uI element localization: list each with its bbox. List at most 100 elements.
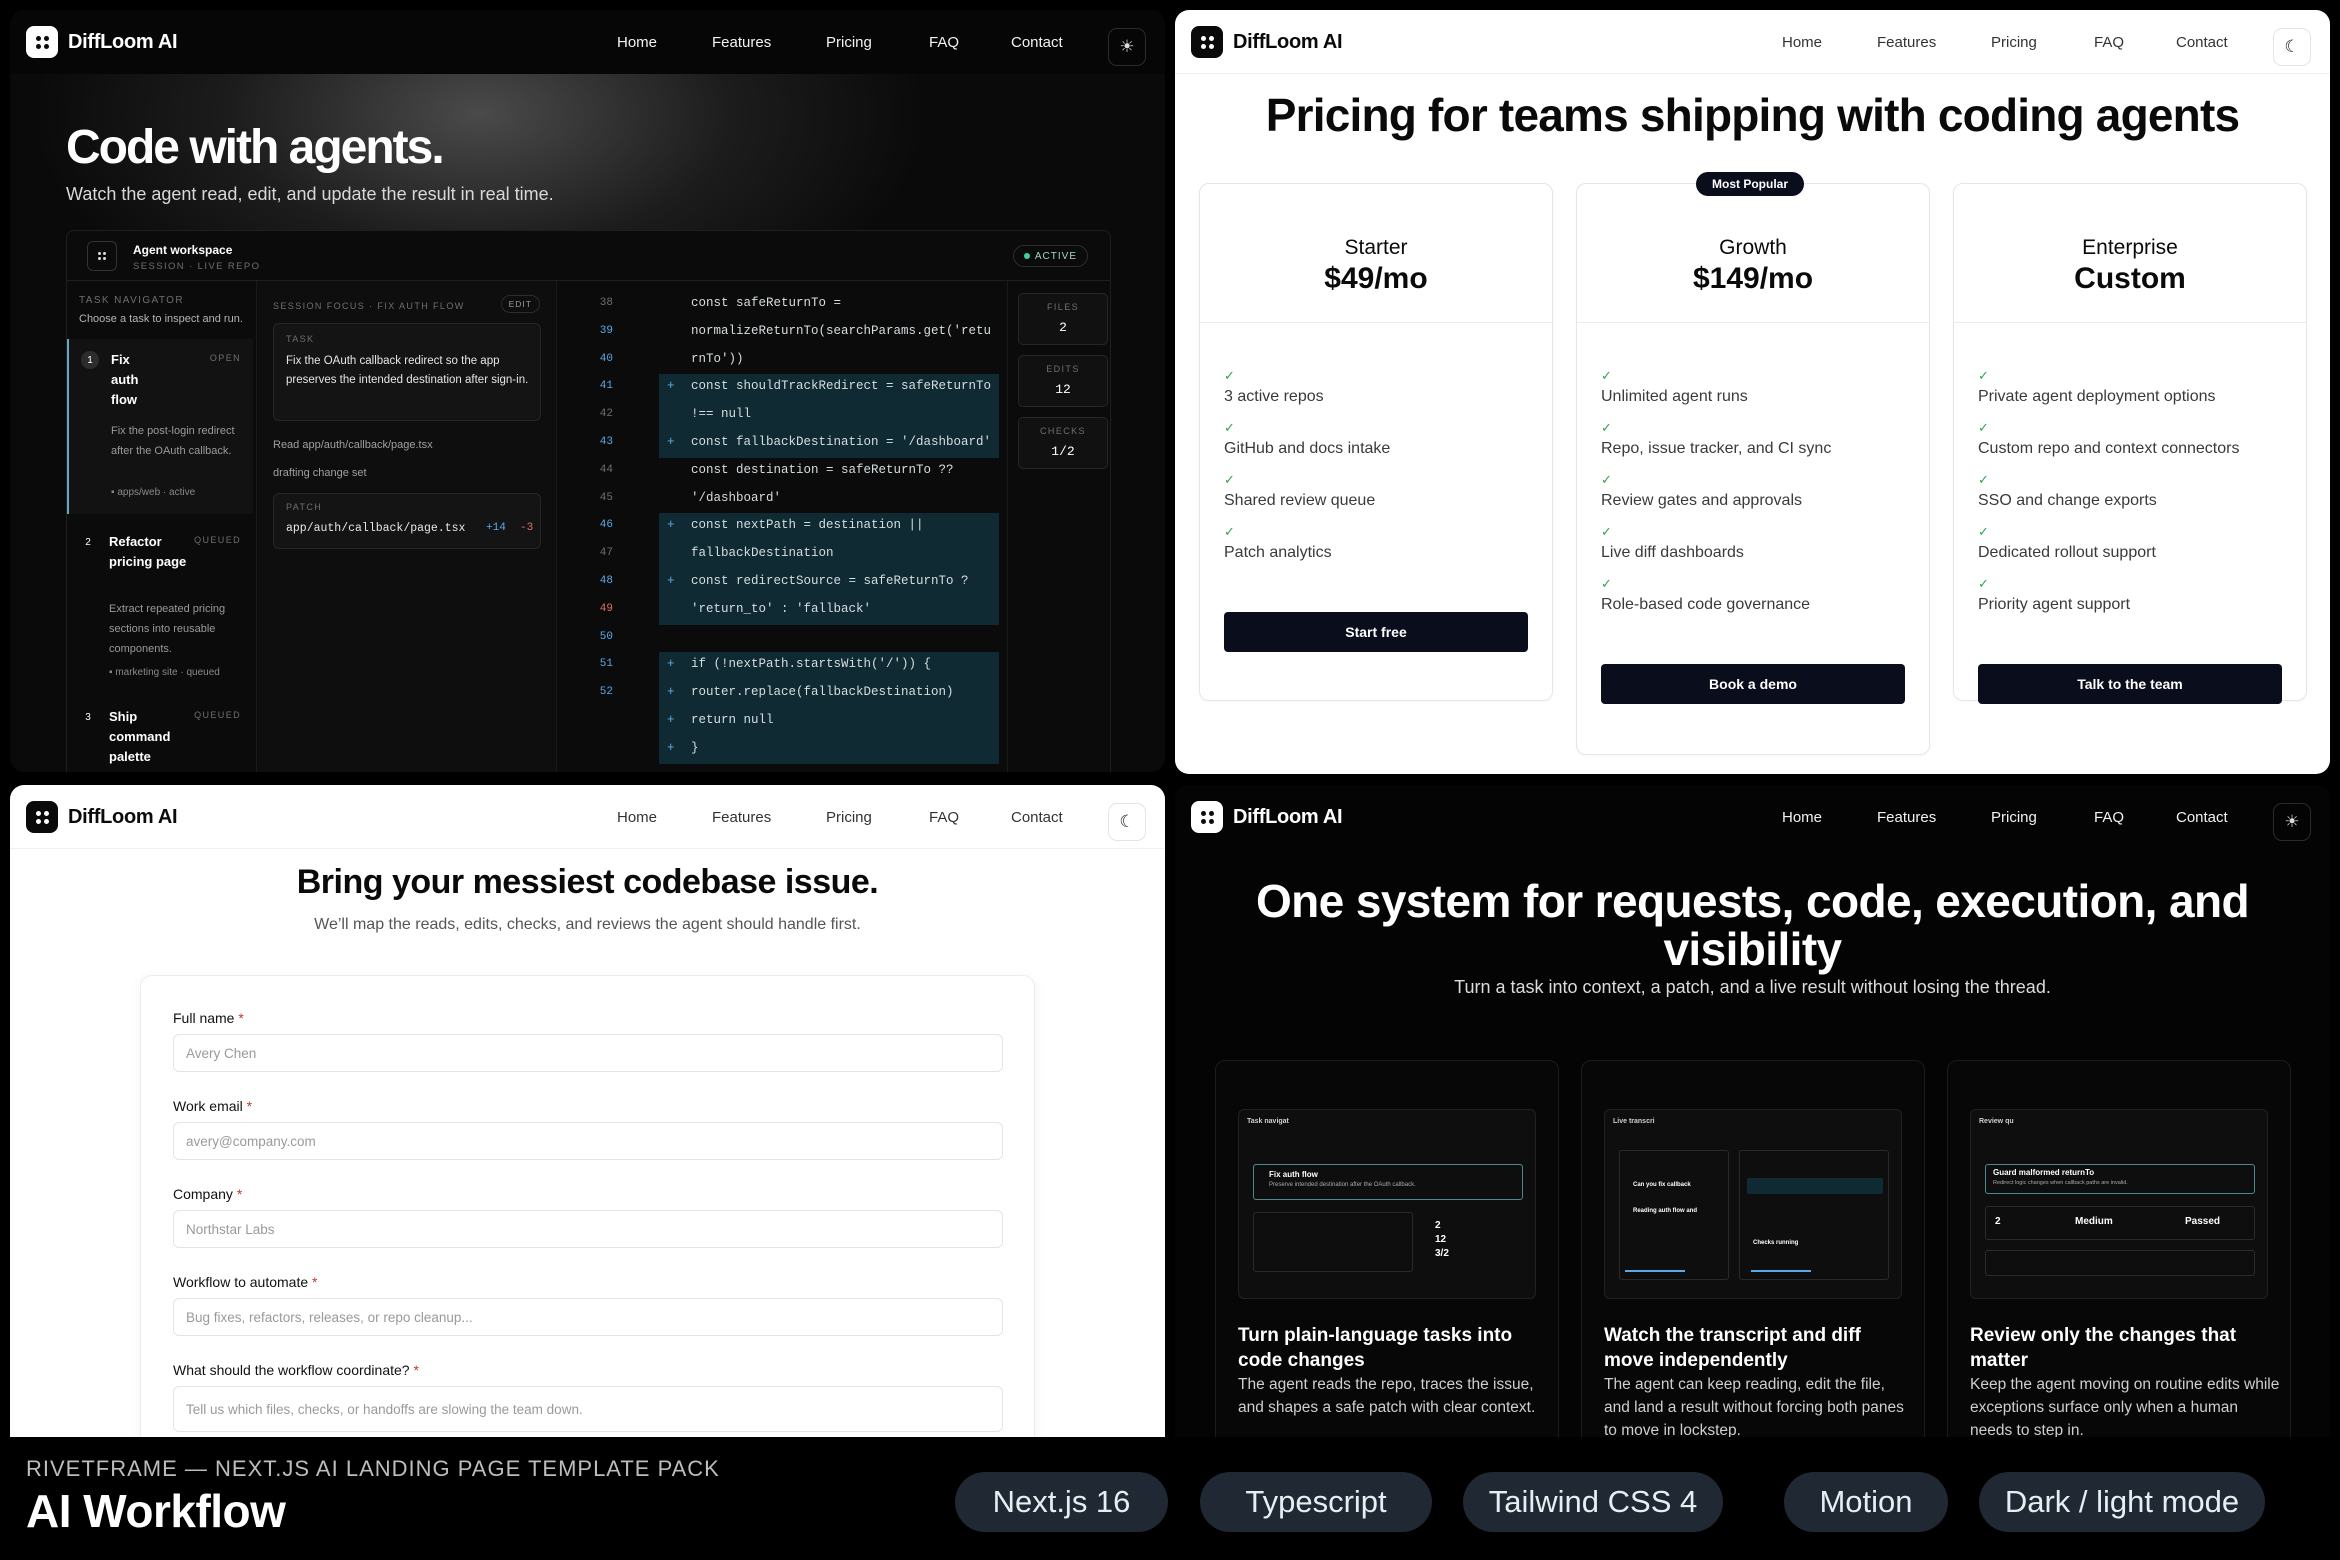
task-item-2[interactable]: 2 Refactor pricing page QUEUED Extract r…	[67, 521, 253, 691]
start-free-button[interactable]: Start free	[1224, 612, 1528, 652]
brand[interactable]: DiffLoom AI	[26, 801, 178, 833]
stat-edits: EDITS 12	[1018, 355, 1108, 407]
footer-title: AI Workflow	[26, 1485, 286, 1537]
diff-add-marker: +	[667, 685, 675, 700]
stat-value: 12	[1055, 382, 1071, 397]
shot-diff-highlight	[1747, 1178, 1883, 1194]
nav-contact[interactable]: Contact	[2176, 809, 2228, 826]
brand[interactable]: DiffLoom AI	[1191, 801, 1343, 833]
moon-icon[interactable]: ☾	[2273, 28, 2311, 66]
nav-home[interactable]: Home	[617, 809, 657, 826]
shot-transcript	[1619, 1150, 1729, 1280]
nav-contact[interactable]: Contact	[1011, 34, 1063, 51]
task-state: QUEUED	[194, 710, 241, 720]
nav-faq[interactable]: FAQ	[2094, 34, 2124, 51]
stat-label: EDITS	[1046, 364, 1080, 374]
shot-heading: Live transcri	[1613, 1118, 1655, 1125]
patch-card[interactable]: PATCH app/auth/callback/page.tsx +14 -3	[273, 493, 541, 549]
task-text: Fix the OAuth callback redirect so the a…	[286, 355, 529, 386]
nav-home[interactable]: Home	[617, 34, 657, 51]
code-diff-pane: 38 const safeReturnTo = 39 normalizeReturn…	[587, 281, 1007, 772]
nav-pricing[interactable]: Pricing	[1991, 809, 2037, 826]
sun-icon[interactable]: ☀	[2273, 803, 2311, 841]
nav-features[interactable]: Features	[712, 809, 771, 826]
shot-stat: 3/2	[1435, 1248, 1449, 1259]
pricing-title: Pricing for teams shipping with coding a…	[1265, 89, 2240, 141]
line-number: 46	[599, 519, 613, 532]
pill-tailwind: Tailwind CSS 4	[1463, 1472, 1723, 1532]
stat-value: 1/2	[1051, 444, 1075, 459]
logo-icon	[26, 801, 58, 833]
talk-to-team-button[interactable]: Talk to the team	[1978, 664, 2282, 704]
task-item-1[interactable]: 1 Fix auth flow OPEN Fix the post-login …	[67, 339, 253, 514]
feature-screenshot: Review qu Guard malformed returnTo Redir…	[1970, 1109, 2268, 1299]
shot-stat: 2	[1995, 1216, 2001, 1227]
brand[interactable]: DiffLoom AI	[26, 26, 178, 58]
code-line: fallbackDestination	[691, 546, 834, 561]
stat-value: 2	[1059, 320, 1067, 335]
nav-pricing[interactable]: Pricing	[1991, 34, 2037, 51]
status-text: ACTIVE	[1034, 250, 1077, 262]
feature-screenshot: Live transcri Can you fix callback Readi…	[1604, 1109, 1902, 1299]
contact-panel: DiffLoom AI Home Features Pricing FAQ Co…	[10, 785, 1165, 1437]
code-line: const redirectSource = safeReturnTo ?	[691, 574, 969, 588]
check-icon: ✓	[1978, 576, 1989, 591]
sun-icon[interactable]: ☀	[1108, 28, 1146, 66]
brand[interactable]: DiffLoom AI	[1191, 26, 1343, 58]
task-meta: ▪ marketing site · queued	[109, 667, 220, 678]
moon-icon[interactable]: ☾	[1108, 803, 1146, 841]
task-number: 2	[85, 536, 91, 548]
navbar: DiffLoom AI Home Features Pricing FAQ Co…	[1175, 10, 2330, 74]
plan-feature: Patch analytics	[1224, 544, 1332, 561]
line-number: 45	[599, 491, 613, 504]
line-number: 43	[599, 436, 613, 448]
plan-price: Custom	[2074, 262, 2186, 295]
contact-title: Bring your messiest codebase issue.	[296, 863, 879, 901]
edit-button[interactable]: EDIT	[500, 295, 540, 313]
task-item-3[interactable]: 3 Ship command palette QUEUED	[67, 696, 253, 772]
drafting-line: drafting change set	[273, 467, 367, 479]
check-icon: ✓	[1601, 368, 1612, 383]
features-panel: DiffLoom AI Home Features Pricing FAQ Co…	[1175, 785, 2330, 1437]
navbar: DiffLoom AI Home Features Pricing FAQ Co…	[10, 10, 1165, 74]
nav-home[interactable]: Home	[1782, 34, 1822, 51]
nav-features[interactable]: Features	[1877, 34, 1936, 51]
nav-features[interactable]: Features	[1877, 809, 1936, 826]
nav-features[interactable]: Features	[712, 34, 771, 51]
check-icon: ✓	[1224, 420, 1235, 435]
code-line: }	[691, 740, 699, 755]
code-line: 'return_to' : 'fallback'	[691, 601, 872, 616]
nav-faq[interactable]: FAQ	[2094, 809, 2124, 826]
workflow-input[interactable]: Bug fixes, refactors, releases, or repo …	[173, 1298, 1003, 1336]
brand-name: DiffLoom AI	[1233, 30, 1343, 53]
diff-add-marker: +	[667, 379, 675, 394]
line-number: 39	[599, 324, 613, 337]
plan-card-starter: Starter $49/mo ✓ 3 active repos ✓ GitHub…	[1199, 183, 1553, 701]
status-dot-icon	[1023, 253, 1030, 259]
nav-contact[interactable]: Contact	[2176, 34, 2228, 51]
check-icon: ✓	[1978, 368, 1989, 383]
nav-faq[interactable]: FAQ	[929, 809, 959, 826]
nav-contact[interactable]: Contact	[1011, 809, 1063, 826]
contact-subtitle: We’ll map the reads, edits, checks, and …	[314, 916, 861, 933]
plan-feature: Review gates and approvals	[1601, 492, 1803, 509]
company-input[interactable]: Northstar Labs	[173, 1210, 1003, 1248]
nav-pricing[interactable]: Pricing	[826, 809, 872, 826]
pricing-panel: DiffLoom AI Home Features Pricing FAQ Co…	[1175, 10, 2330, 774]
shot-list	[1253, 1212, 1413, 1272]
nav-faq[interactable]: FAQ	[929, 34, 959, 51]
nav-pricing[interactable]: Pricing	[826, 34, 872, 51]
coordinate-textarea[interactable]: Tell us which files, checks, or handoffs…	[173, 1386, 1003, 1432]
book-demo-button[interactable]: Book a demo	[1601, 664, 1905, 704]
workspace-subtitle: SESSION · LIVE REPO	[133, 261, 261, 272]
task-title: Ship command palette	[109, 709, 171, 764]
nav-home[interactable]: Home	[1782, 809, 1822, 826]
diff-add-marker: +	[667, 740, 675, 755]
workspace-header: Agent workspace SESSION · LIVE REPO ACTI…	[67, 231, 1110, 281]
diff-add-marker: +	[667, 518, 675, 533]
work-email-input[interactable]: avery@company.com	[173, 1122, 1003, 1160]
plan-feature: Repo, issue tracker, and CI sync	[1601, 440, 1832, 457]
full-name-input[interactable]: Avery Chen	[173, 1034, 1003, 1072]
plan-price: $149/mo	[1692, 262, 1814, 295]
check-icon: ✓	[1601, 420, 1612, 435]
